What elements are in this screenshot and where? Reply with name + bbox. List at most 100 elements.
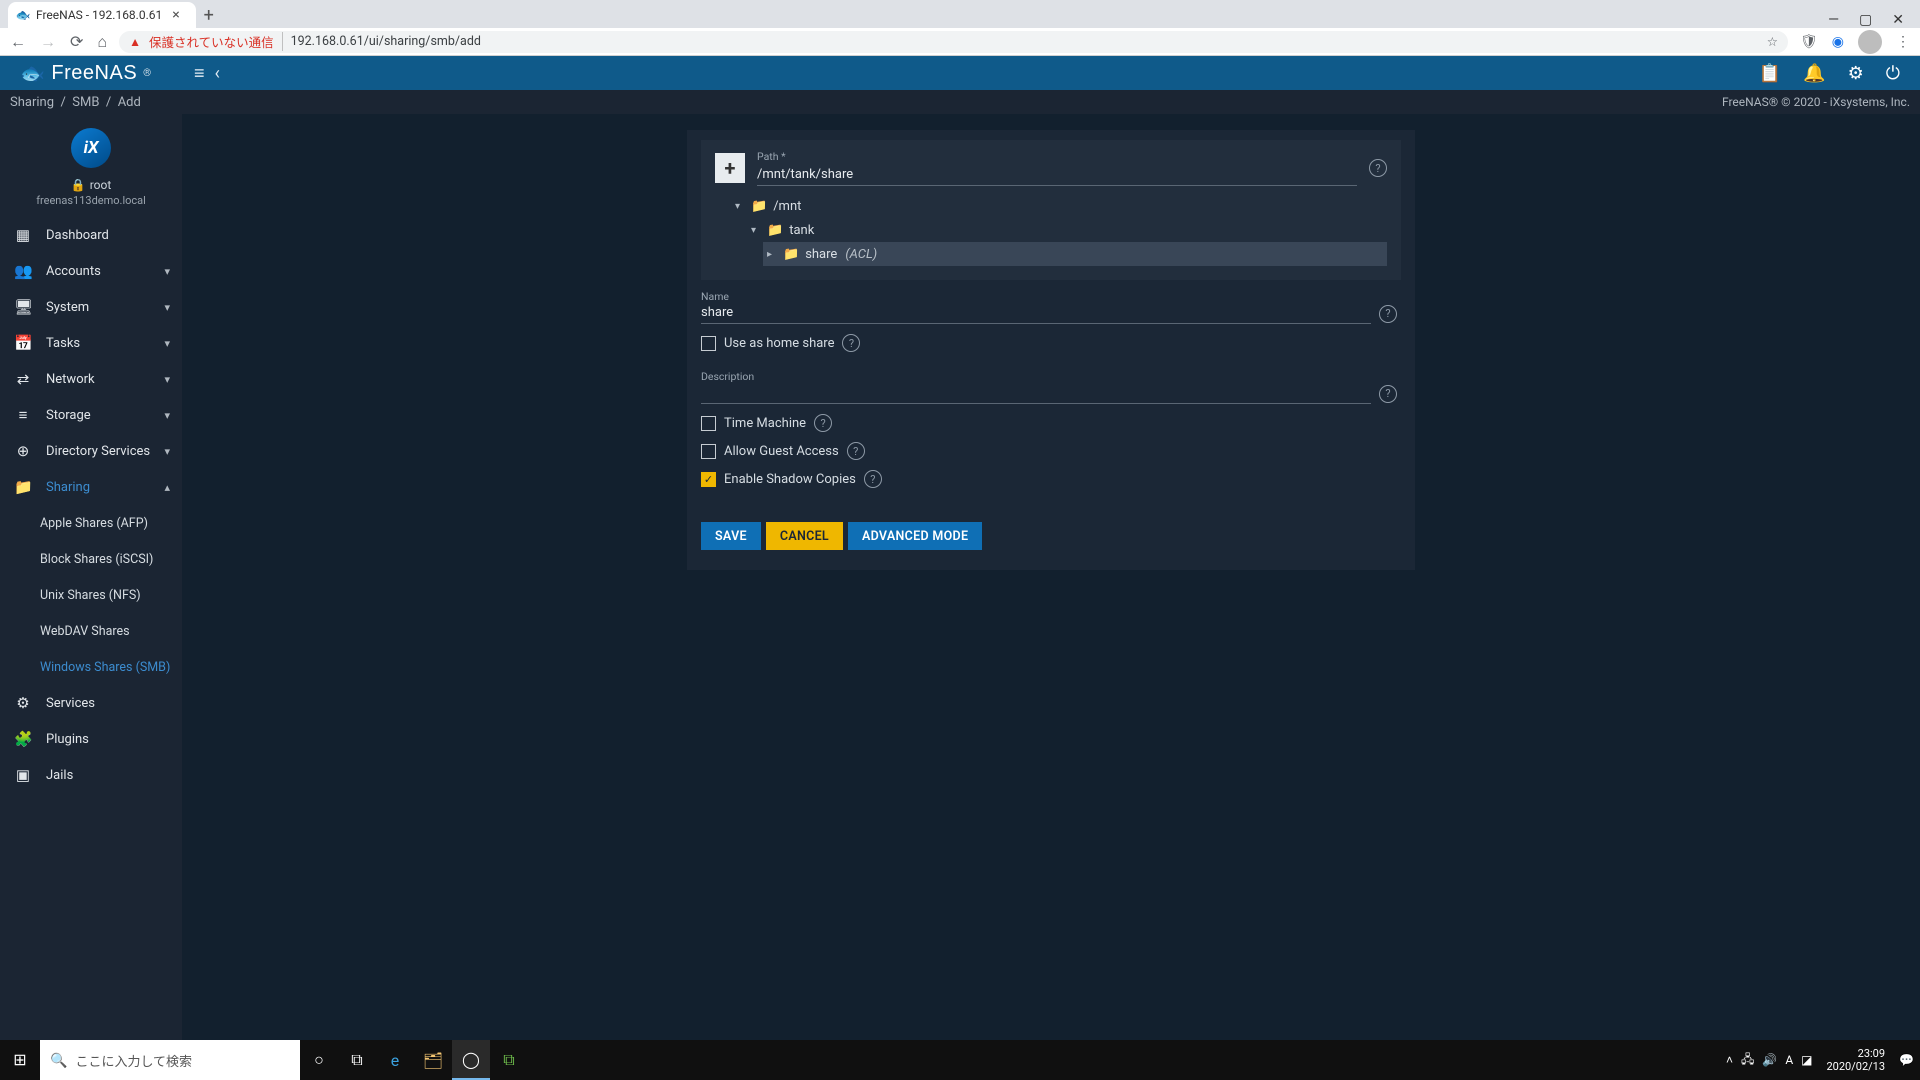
help-icon[interactable]: ? (1369, 159, 1387, 177)
edge-icon[interactable]: e (376, 1040, 414, 1080)
sidebar-item-accounts[interactable]: 👥 Accounts ▾ (0, 253, 182, 289)
help-icon[interactable]: ? (847, 442, 865, 460)
help-icon[interactable]: ? (864, 470, 882, 488)
sidebar-item-directory-services[interactable]: ⊕ Directory Services ▾ (0, 433, 182, 469)
clipboard-icon[interactable]: 📋 (1759, 63, 1781, 84)
sidebar-sub-label: Unix Shares (NFS) (40, 588, 141, 603)
sidebar-item-jails[interactable]: ▣ Jails (0, 757, 182, 793)
content-area: + Path * ? ▾ 📁 /mnt (182, 114, 1920, 1040)
power-icon[interactable]: ⏻ (1886, 63, 1900, 84)
tray-volume-icon[interactable]: 🔊 (1762, 1053, 1777, 1067)
twist-icon[interactable]: ▾ (735, 201, 745, 212)
tray-chevron-icon[interactable]: ˄ (1726, 1053, 1733, 1067)
forward-icon[interactable]: → (40, 32, 56, 52)
shield-icon[interactable]: 🛡 (1800, 34, 1818, 50)
account-avatar[interactable] (1858, 30, 1882, 54)
help-icon[interactable]: ? (842, 334, 860, 352)
browser-addressbar: ← → ⟳ ⌂ ▲ 保護されていない通信 192.168.0.61/ui/sha… (0, 28, 1920, 56)
minimize-icon[interactable]: — (1828, 12, 1839, 28)
menu-icon[interactable]: ⋮ (1896, 34, 1910, 50)
sidebar-item-services[interactable]: ⚙ Services (0, 685, 182, 721)
description-label: Description (701, 370, 1401, 383)
menu-toggle-icon[interactable]: ≡ (194, 63, 205, 84)
shadow-copies-checkbox[interactable]: ✓ (701, 472, 716, 487)
tree-node-share[interactable]: ▸ 📁 share (ACL) (763, 242, 1387, 266)
star-icon[interactable]: ☆ (1767, 34, 1778, 50)
vmware-icon[interactable]: ⧉ (490, 1040, 528, 1080)
cortana-icon[interactable]: ○ (300, 1040, 338, 1080)
path-input[interactable] (757, 165, 1357, 186)
close-window-icon[interactable]: ✕ (1892, 12, 1904, 28)
advanced-mode-button[interactable]: ADVANCED MODE (848, 522, 982, 550)
notifications-icon[interactable]: 💬 (1899, 1053, 1914, 1067)
close-tab-icon[interactable]: × (168, 7, 183, 23)
ix-logo[interactable]: iX (71, 128, 111, 168)
tray-network-icon[interactable]: 🖧 (1741, 1050, 1754, 1071)
taskbar-search[interactable]: 🔍 ここに入力して検索 (40, 1040, 300, 1080)
explorer-icon[interactable]: 🗂 (414, 1040, 452, 1080)
tray-app-icon[interactable]: ◪ (1801, 1053, 1812, 1067)
sidebar-sub-label: Apple Shares (AFP) (40, 516, 148, 531)
help-icon[interactable]: ? (1379, 305, 1397, 323)
sidebar-sub-iscsi[interactable]: Block Shares (iSCSI) (0, 541, 182, 577)
sidebar-sub-webdav[interactable]: WebDAV Shares (0, 613, 182, 649)
use-home-share-row: Use as home share ? (701, 334, 1401, 352)
extension-icon[interactable]: ◉ (1832, 34, 1844, 50)
crumb-smb[interactable]: SMB (72, 95, 99, 110)
tree-node-mnt[interactable]: ▾ 📁 /mnt (731, 194, 1387, 218)
name-input[interactable] (701, 303, 1371, 324)
chevron-left-icon[interactable]: ‹ (215, 63, 220, 84)
url-field[interactable]: ▲ 保護されていない通信 192.168.0.61/ui/sharing/smb… (119, 31, 1788, 53)
path-label: Path * (757, 150, 1357, 163)
description-input[interactable] (701, 383, 1371, 404)
gear-icon[interactable]: ⚙ (1848, 63, 1864, 84)
clock-time: 23:09 (1827, 1047, 1886, 1060)
sidebar-sub-smb[interactable]: Windows Shares (SMB) (0, 649, 182, 685)
save-button[interactable]: SAVE (701, 522, 761, 550)
help-icon[interactable]: ? (1379, 385, 1397, 403)
folder-tree: ▾ 📁 /mnt ▾ 📁 tank ▸ 📁 (721, 194, 1387, 266)
plugins-icon: 🧩 (14, 730, 32, 748)
sidebar-sub-nfs[interactable]: Unix Shares (NFS) (0, 577, 182, 613)
home-icon[interactable]: ⌂ (97, 32, 107, 52)
sidebar-sub-afp[interactable]: Apple Shares (AFP) (0, 505, 182, 541)
start-button[interactable]: ⊞ (0, 1040, 40, 1080)
bell-icon[interactable]: 🔔 (1803, 63, 1825, 84)
taskbar-clock[interactable]: 23:09 2020/02/13 (1821, 1047, 1892, 1073)
chevron-down-icon: ▾ (164, 337, 170, 350)
new-tab-button[interactable]: + (196, 2, 222, 28)
sidebar-item-label: Plugins (46, 732, 89, 747)
help-icon[interactable]: ? (814, 414, 832, 432)
guest-access-checkbox[interactable] (701, 444, 716, 459)
app-logo[interactable]: 🐟 FreeNAS ® (0, 61, 182, 86)
shadow-copies-row: ✓ Enable Shadow Copies ? (701, 470, 1401, 488)
sidebar-item-plugins[interactable]: 🧩 Plugins (0, 721, 182, 757)
sidebar-item-label: Services (46, 696, 95, 711)
sidebar-item-sharing[interactable]: 📁 Sharing ▴ (0, 469, 182, 505)
chrome-icon[interactable]: ◯ (452, 1040, 490, 1080)
tray-ime-icon[interactable]: A (1785, 1053, 1793, 1067)
maximize-icon[interactable]: ▢ (1859, 12, 1872, 28)
app-brand: FreeNAS (51, 62, 137, 85)
sidebar-item-system[interactable]: 🖥 System ▾ (0, 289, 182, 325)
sidebar-item-tasks[interactable]: 📅 Tasks ▾ (0, 325, 182, 361)
twist-icon[interactable]: ▸ (767, 249, 777, 260)
chevron-down-icon: ▾ (164, 301, 170, 314)
storage-icon: ≡ (14, 407, 32, 424)
cancel-button[interactable]: CANCEL (766, 522, 843, 550)
sidebar-item-dashboard[interactable]: ▦ Dashboard (0, 217, 182, 253)
use-home-checkbox[interactable] (701, 336, 716, 351)
back-icon[interactable]: ← (10, 32, 26, 52)
browser-tabbar: 🐟 FreeNAS - 192.168.0.61 × + — ▢ ✕ (0, 0, 1920, 28)
reload-icon[interactable]: ⟳ (70, 32, 83, 51)
time-machine-checkbox[interactable] (701, 416, 716, 431)
crumb-sharing[interactable]: Sharing (10, 95, 54, 110)
taskview-icon[interactable]: ⧉ (338, 1040, 376, 1080)
tree-node-tank[interactable]: ▾ 📁 tank (747, 218, 1387, 242)
browser-tab[interactable]: 🐟 FreeNAS - 192.168.0.61 × (8, 2, 196, 28)
sidebar-item-storage[interactable]: ≡ Storage ▾ (0, 397, 182, 433)
twist-icon[interactable]: ▾ (751, 225, 761, 236)
sidebar-item-network[interactable]: ⇄ Network ▾ (0, 361, 182, 397)
create-folder-button[interactable]: + (715, 153, 745, 183)
window-controls: — ▢ ✕ (1828, 12, 1920, 28)
